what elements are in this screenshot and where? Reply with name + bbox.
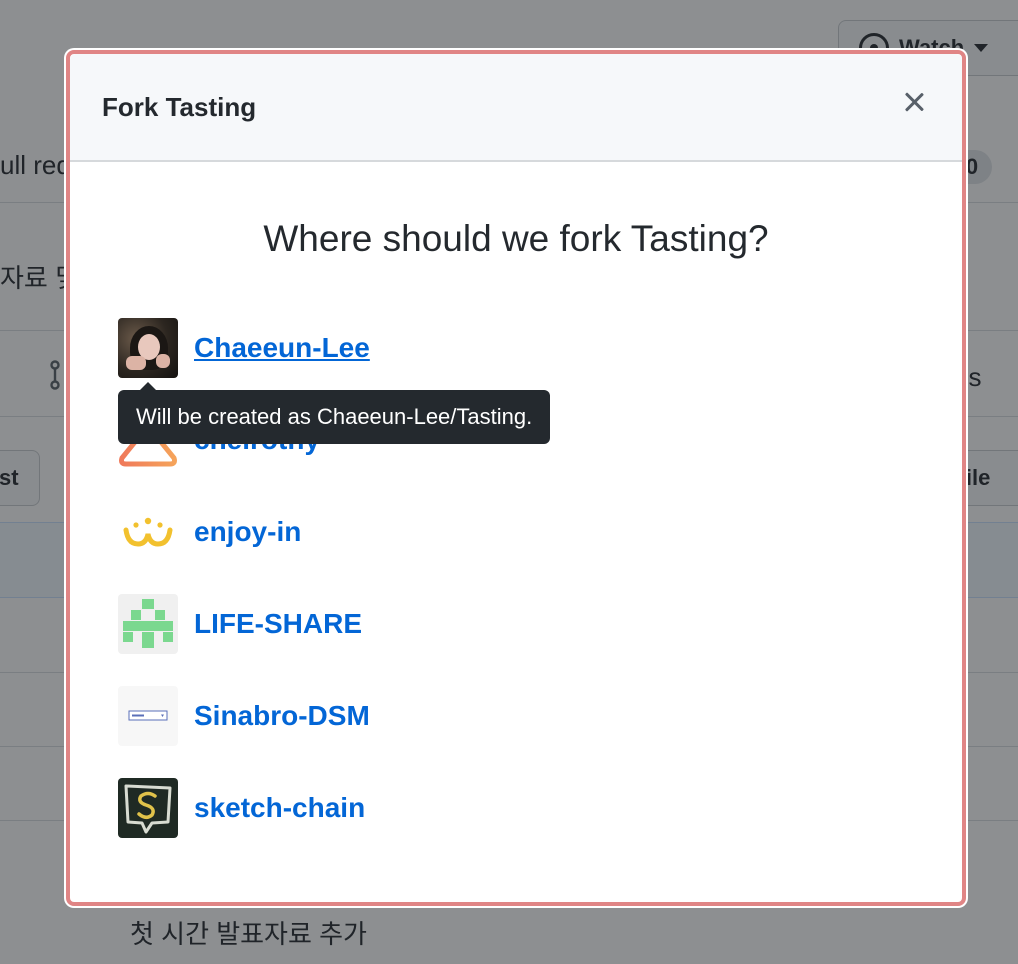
fork-target-row[interactable]: sketch-chain bbox=[118, 778, 365, 838]
yellow-crown-logo bbox=[118, 502, 178, 562]
close-icon[interactable] bbox=[898, 86, 930, 118]
fork-dialog: Fork Tasting Where should we fork Tastin… bbox=[66, 50, 966, 906]
dropdown-preview-logo bbox=[118, 686, 178, 746]
fork-target-link[interactable]: LIFE-SHARE bbox=[194, 608, 362, 640]
chalk-s-speech-bubble-logo bbox=[118, 778, 178, 838]
fork-target-link[interactable]: sketch-chain bbox=[194, 792, 365, 824]
fork-target-row[interactable]: Chaeeun-Lee bbox=[118, 318, 370, 378]
green-identicon bbox=[118, 594, 178, 654]
fork-question: Where should we fork Tasting? bbox=[263, 218, 769, 259]
user-photo-avatar bbox=[118, 318, 178, 378]
fork-destination-tooltip: Will be created as Chaeeun-Lee/Tasting. bbox=[118, 382, 551, 444]
dialog-title: Fork Tasting bbox=[102, 92, 257, 122]
fork-target-row[interactable]: LIFE-SHARE bbox=[118, 594, 362, 654]
fork-target-link[interactable]: Sinabro-DSM bbox=[194, 700, 370, 732]
fork-target-link[interactable]: Chaeeun-Lee bbox=[194, 332, 370, 364]
fork-target-row[interactable]: enjoy-in bbox=[118, 502, 301, 562]
dialog-header: Fork Tasting bbox=[70, 54, 962, 162]
fork-target-row[interactable]: Sinabro-DSM bbox=[118, 686, 370, 746]
fork-target-link[interactable]: enjoy-in bbox=[194, 516, 301, 548]
